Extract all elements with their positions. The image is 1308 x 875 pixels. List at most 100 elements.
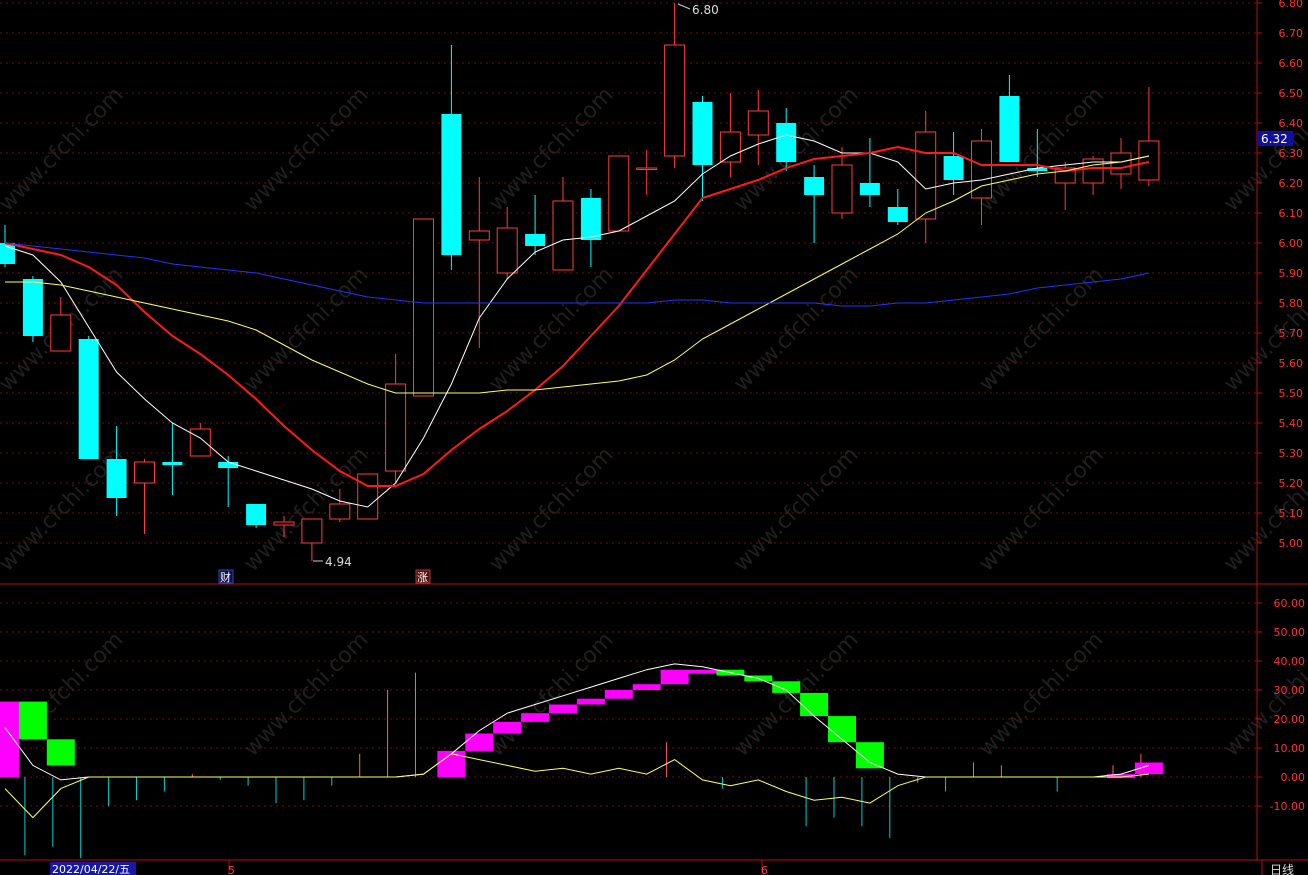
- candle-body-down[interactable]: [106, 459, 127, 498]
- event-marker-finance[interactable]: 财: [218, 569, 234, 584]
- indicator-histogram-bar: [604, 690, 633, 699]
- indicator-histogram-bar: [493, 721, 522, 734]
- watermark-text: www.cfchi.com: [974, 627, 1108, 761]
- candle-body-up[interactable]: [189, 428, 211, 457]
- indicator-histogram-bar: [437, 750, 466, 777]
- indicator-histogram-bar: [46, 739, 75, 766]
- price-tick-label: 5.90: [1279, 267, 1304, 280]
- candle-body-down[interactable]: [441, 114, 462, 255]
- watermark-text: www.cfchi.com: [239, 262, 373, 396]
- indicator-tick-label: 20.00: [1274, 713, 1306, 726]
- indicator-histogram-bar: [660, 669, 689, 685]
- watermark-text: www.cfchi.com: [484, 82, 618, 216]
- indicator-tick-label: -10.00: [1270, 800, 1305, 813]
- price-tick-label: 5.00: [1279, 537, 1304, 550]
- candle-body-up[interactable]: [719, 131, 741, 163]
- price-tick-label: 5.40: [1279, 417, 1304, 430]
- candle-body-down[interactable]: [859, 183, 880, 195]
- candle-body-down[interactable]: [218, 462, 239, 468]
- candle-body-down[interactable]: [943, 156, 964, 180]
- event-marker-limit-up-label: 涨: [417, 571, 428, 584]
- indicator-histogram-bar: [576, 698, 605, 705]
- indicator-bars: [0, 669, 1163, 859]
- price-tick-label: 5.60: [1279, 357, 1304, 370]
- price-tick-label: 6.20: [1279, 177, 1304, 190]
- indicator-tick-label: 30.00: [1274, 684, 1306, 697]
- candle-body-down[interactable]: [246, 504, 267, 525]
- watermark-text: www.cfchi.com: [484, 442, 618, 576]
- candle-body-down[interactable]: [0, 243, 15, 264]
- price-tick-label: 6.40: [1279, 117, 1304, 130]
- candle-body-up[interactable]: [496, 227, 518, 274]
- candle-body-down[interactable]: [804, 177, 825, 195]
- price-tick-label: 6.00: [1279, 237, 1304, 250]
- candle-body-up[interactable]: [831, 164, 853, 214]
- event-marker-limit-up[interactable]: 涨: [415, 569, 431, 584]
- candle-body-up[interactable]: [1110, 152, 1132, 175]
- low-annotation: 4.94: [313, 555, 352, 569]
- indicator-tick-label: 50.00: [1274, 626, 1306, 639]
- price-tick-label: 5.20: [1279, 477, 1304, 490]
- watermark-text: www.cfchi.com: [729, 262, 863, 396]
- candle-body-up[interactable]: [50, 314, 72, 352]
- indicator-histogram-bar: [0, 701, 19, 777]
- price-tick-label: 6.80: [1279, 0, 1304, 10]
- high-annotation: 6.80: [677, 3, 719, 17]
- price-tick-label: 5.50: [1279, 387, 1304, 400]
- indicator-grid: [0, 602, 1262, 807]
- candle-body-up[interactable]: [134, 461, 155, 484]
- candle-body-up[interactable]: [273, 521, 295, 526]
- indicator-histogram-bar: [549, 704, 577, 714]
- price-tick-label: 5.30: [1279, 447, 1304, 460]
- candle-body-up[interactable]: [301, 518, 323, 544]
- watermark-text: www.cfchi.com: [729, 442, 863, 576]
- price-tick-label: 6.60: [1279, 57, 1304, 70]
- indicator-tick-label: 60.00: [1274, 597, 1306, 610]
- indicator-tick-label: 10.00: [1274, 742, 1306, 755]
- price-tick-label: 6.70: [1279, 27, 1304, 40]
- watermark-layer: www.cfchi.com www.cfchi.com www.cfchi.com w…: [0, 82, 1308, 761]
- candle-body-up[interactable]: [915, 131, 937, 220]
- candle-body-up[interactable]: [608, 155, 630, 232]
- candle-body-up[interactable]: [664, 44, 686, 157]
- indicator-tick-label: 0.00: [1281, 771, 1306, 784]
- indicator-histogram-bar: [465, 733, 494, 751]
- price-tick-labels: 6.80 6.70 6.60 6.50 6.40 6.30 6.20 6.10 6.00 5.90…: [1279, 0, 1304, 550]
- candle-body-up[interactable]: [468, 230, 490, 241]
- indicator-histogram-bar: [800, 692, 829, 717]
- watermark-text: www.cfchi.com: [0, 82, 128, 216]
- indicator-histogram-bar: [828, 716, 856, 743]
- price-tick-label: 5.10: [1279, 507, 1304, 520]
- candle-body-down[interactable]: [776, 123, 797, 162]
- candle-body-up[interactable]: [413, 218, 434, 397]
- candle-body-down[interactable]: [999, 96, 1020, 162]
- period-label[interactable]: 日线: [1270, 863, 1294, 875]
- price-tick-label: 6.10: [1279, 207, 1304, 220]
- high-price-label: 6.80: [692, 3, 719, 17]
- candle-body-down[interactable]: [78, 339, 99, 459]
- candle-body-down[interactable]: [162, 462, 183, 465]
- month-label-june: 6: [761, 864, 768, 875]
- indicator-line: [4, 753, 1149, 819]
- candle-body-up[interactable]: [747, 110, 769, 136]
- indicator-histogram-bar: [688, 669, 717, 674]
- start-date-label: 2022/04/22/五: [52, 863, 130, 875]
- watermark-text: www.cfchi.com: [484, 627, 618, 761]
- candle-body-up[interactable]: [636, 167, 658, 170]
- candle-body-up[interactable]: [1138, 140, 1160, 181]
- candle-body-down[interactable]: [692, 102, 713, 165]
- candle-body-down[interactable]: [887, 207, 908, 222]
- candle-body-down[interactable]: [580, 198, 601, 240]
- candle-body-down[interactable]: [22, 279, 43, 336]
- price-tick-label: 6.30: [1279, 147, 1304, 160]
- indicator-tick-label: 40.00: [1274, 655, 1306, 668]
- last-price-label: 6.32: [1261, 132, 1288, 146]
- price-tick-label: 6.50: [1279, 87, 1304, 100]
- price-tick-label: 5.70: [1279, 327, 1304, 340]
- candle-body-up[interactable]: [329, 503, 351, 520]
- candle-body-up[interactable]: [357, 473, 379, 520]
- candle-body-up[interactable]: [552, 200, 574, 271]
- candle-body-down[interactable]: [525, 234, 546, 246]
- candle-body-up[interactable]: [385, 383, 407, 472]
- watermark-text: www.cfchi.com: [239, 82, 373, 216]
